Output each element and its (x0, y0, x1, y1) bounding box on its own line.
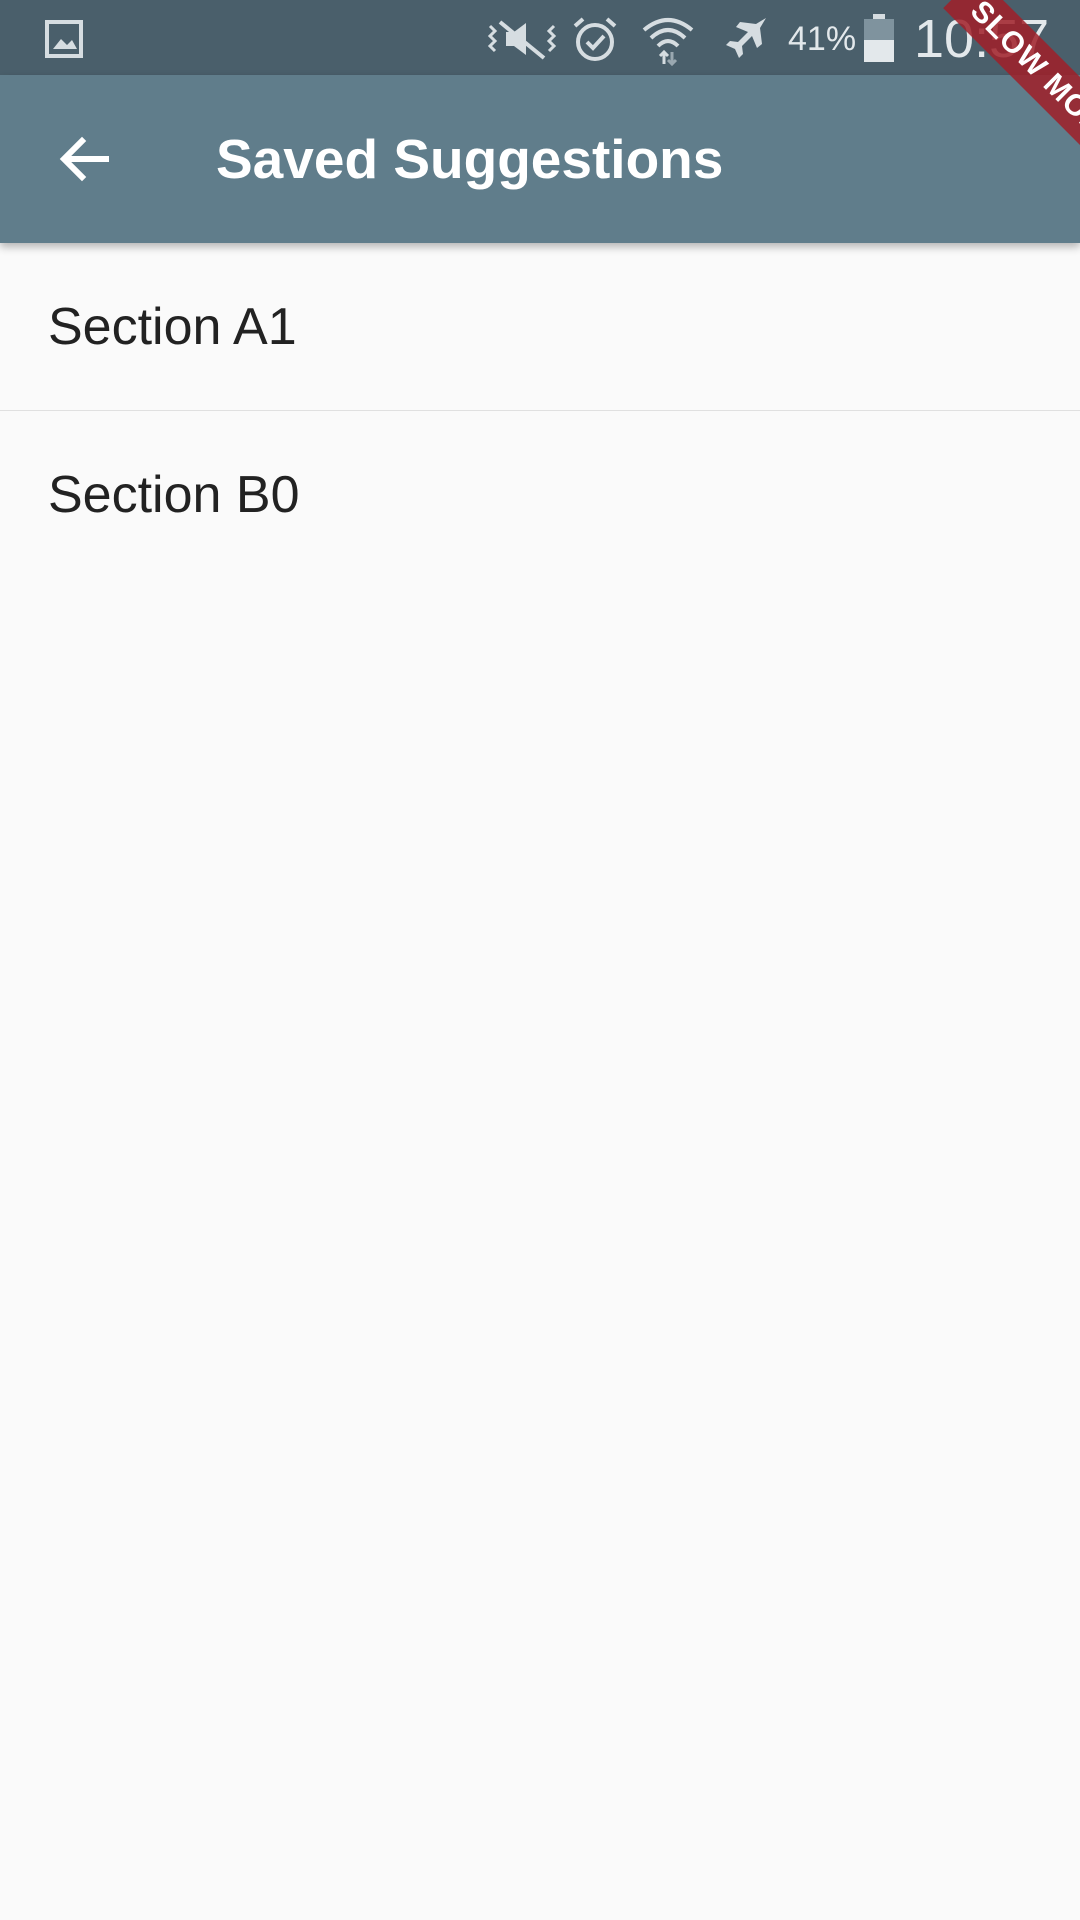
arrow-back-icon (59, 136, 109, 182)
back-button[interactable] (42, 123, 128, 195)
battery-percent: 41% (788, 20, 857, 58)
alarm-icon (570, 14, 620, 64)
airplane-icon (722, 14, 772, 64)
list-item-label: Section B0 (48, 466, 300, 524)
list-item[interactable]: Section A1 (0, 243, 1080, 411)
list-item[interactable]: Section B0 (0, 411, 1080, 578)
page-title: Saved Suggestions (216, 128, 724, 190)
suggestions-list: Section A1 Section B0 (0, 243, 1080, 578)
status-bar: 41% 10:57 (0, 0, 1080, 75)
battery-icon (864, 14, 894, 62)
clock-time: 10:57 (914, 9, 1050, 69)
mute-icon (486, 18, 558, 60)
gallery-icon (44, 19, 84, 59)
wifi-icon (640, 12, 696, 67)
list-item-label: Section A1 (48, 298, 297, 356)
app-bar: Saved Suggestions (0, 75, 1080, 243)
